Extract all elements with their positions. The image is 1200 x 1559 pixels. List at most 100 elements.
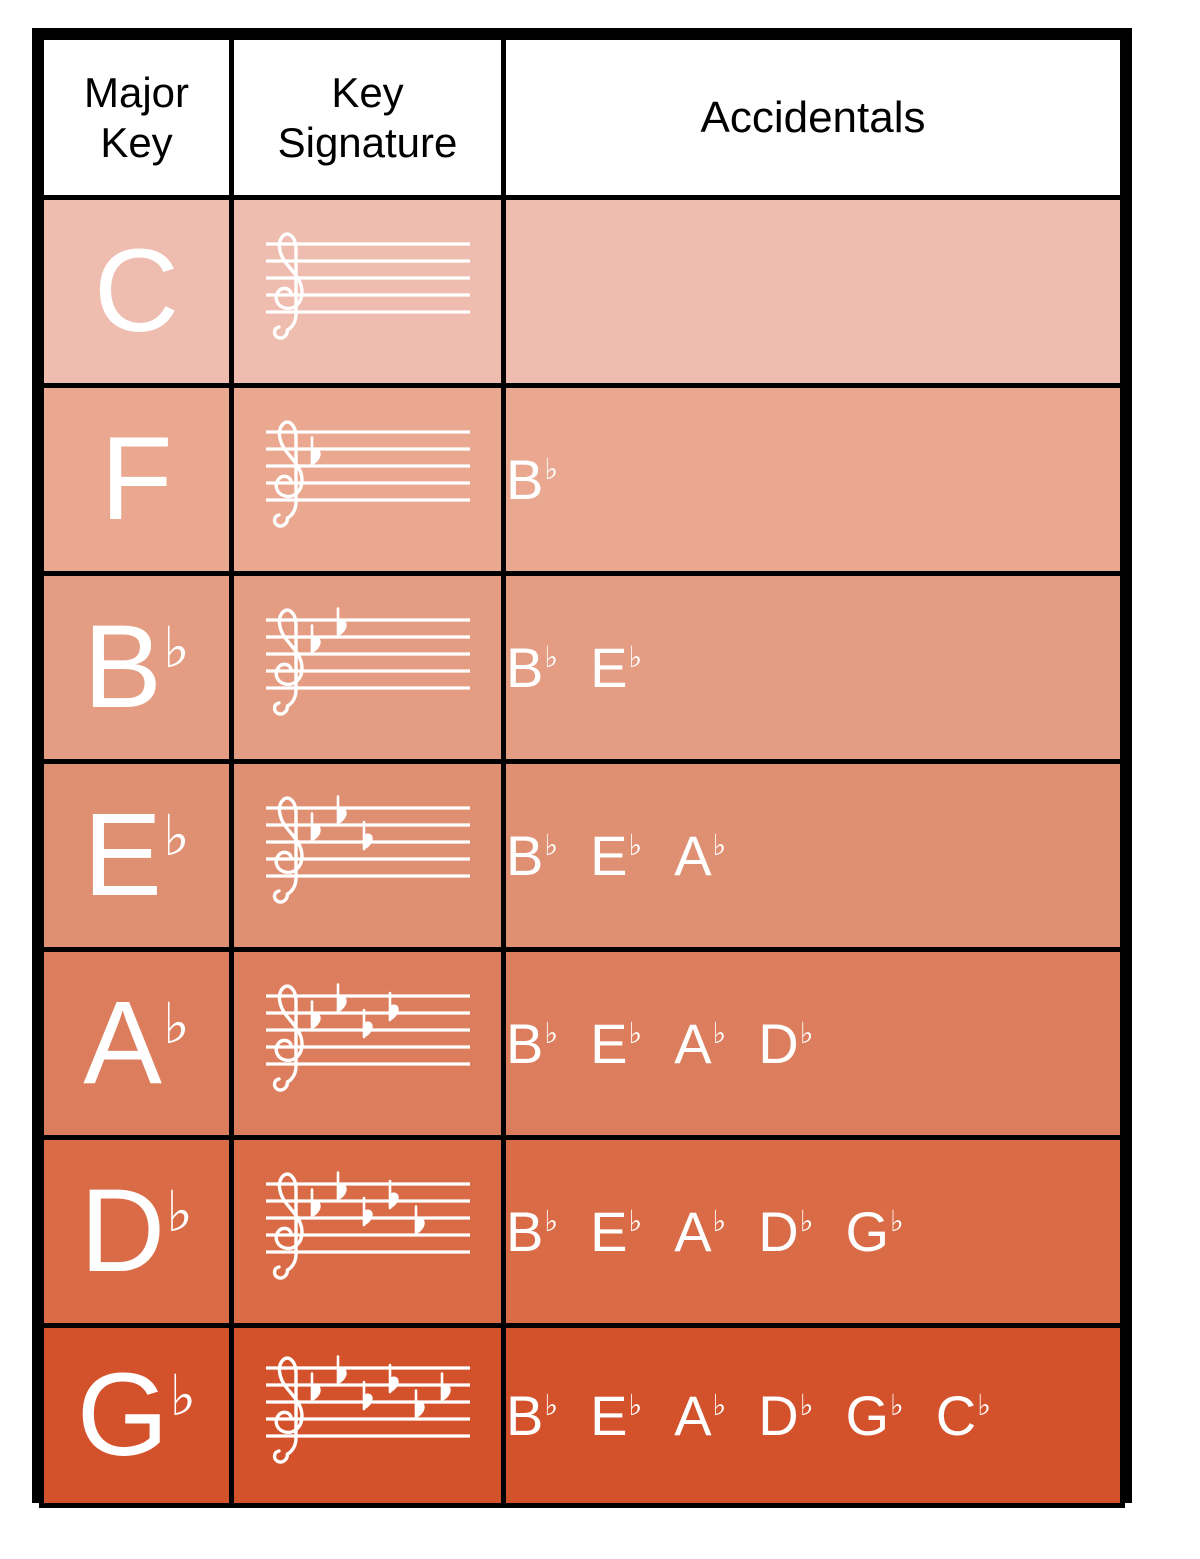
accidental-item: B♭	[506, 1015, 558, 1072]
flat-symbol-icon: ♭	[544, 453, 559, 486]
major-key-label: C	[93, 225, 180, 358]
major-key-label: F	[100, 413, 173, 546]
major-key-cell: G♭	[39, 1323, 234, 1508]
accidental-letter: A	[674, 823, 712, 887]
accidental-item: D♭	[758, 1203, 813, 1260]
staff-holder	[234, 410, 501, 550]
accidental-item: D♭	[758, 1387, 814, 1444]
flat-symbol-icon: ♭	[544, 829, 559, 862]
flat-symbol-icon: ♭	[977, 1389, 991, 1422]
key-signature-cell	[229, 195, 506, 388]
accidentals-cell	[501, 195, 1125, 388]
staff-notation	[266, 794, 470, 904]
flat-symbol-icon: ♭	[890, 1205, 904, 1238]
staff-holder	[234, 222, 501, 362]
staff-notation	[266, 1354, 470, 1464]
major-key-label: D♭	[80, 1165, 193, 1298]
column-header-major-key-line1: Major	[83, 68, 190, 116]
staff-holder	[234, 598, 501, 738]
accidental-item: A♭	[674, 1015, 726, 1072]
accidental-letter: E	[590, 1383, 628, 1447]
accidental-letter: E	[590, 1011, 628, 1075]
staff-notation	[266, 606, 470, 716]
accidentals-cell: B♭ E♭ A♭	[501, 759, 1125, 952]
accidental-item: G♭	[845, 1203, 904, 1260]
accidental-letter: E	[590, 1199, 628, 1263]
key-signature-flats	[310, 1170, 425, 1235]
accidentals-list: B♭ E♭ A♭ D♭ G♭	[506, 1203, 1120, 1260]
accidental-letter: B	[506, 1011, 544, 1075]
accidental-letter: A	[674, 1199, 712, 1263]
treble-clef-icon	[272, 419, 304, 528]
accidental-item: G♭	[845, 1387, 904, 1444]
key-signature-cell	[229, 759, 506, 952]
accidental-item: A♭	[674, 1387, 727, 1444]
column-header-key-signature: Key Signature	[229, 35, 506, 200]
major-key-cell: D♭	[39, 1135, 234, 1328]
flat-symbol-icon: ♭	[628, 1389, 643, 1422]
flat-symbol-icon: ♭	[169, 1365, 197, 1429]
accidental-letter: G	[845, 1199, 890, 1263]
flat-symbol-icon: ♭	[890, 1389, 904, 1422]
key-signature-cell	[229, 1323, 506, 1508]
accidental-item: E♭	[590, 639, 643, 696]
table-body: C F B♭ B♭ B♭ E♭ E♭ B♭ E♭ A♭ A♭ B♭ E♭ A♭ …	[39, 195, 1125, 1508]
accidental-item: B♭	[506, 639, 559, 696]
flat-symbol-icon: ♭	[544, 1389, 559, 1422]
flat-symbol-icon: ♭	[166, 1181, 193, 1245]
major-key-cell: C	[39, 195, 234, 388]
flat-symbol-icon: ♭	[628, 1205, 643, 1238]
accidental-item: B♭	[506, 451, 559, 508]
column-header-key-signature-line2: Signature	[277, 118, 458, 166]
staff-holder	[234, 786, 501, 926]
treble-clef-icon	[272, 983, 304, 1092]
accidentals-list: B♭ E♭ A♭ D♭	[506, 1015, 1120, 1072]
accidental-item: E♭	[590, 1387, 643, 1444]
accidental-letter: D	[758, 1011, 799, 1075]
flat-symbol-icon: ♭	[544, 1205, 559, 1238]
flat-symbol-icon: ♭	[799, 1389, 814, 1422]
column-header-major-key: Major Key	[39, 35, 234, 200]
major-key-label: G♭	[76, 1349, 197, 1482]
key-signature-cell	[229, 383, 506, 576]
flat-symbol-icon: ♭	[628, 641, 643, 674]
table-row: B♭ B♭ E♭	[39, 571, 1125, 764]
treble-clef-icon	[272, 795, 304, 904]
staff-holder	[234, 1162, 501, 1302]
accidentals-cell: B♭	[501, 383, 1125, 576]
major-key-cell: A♭	[39, 947, 234, 1140]
staff-notation	[266, 982, 470, 1092]
column-header-major-key-line2: Key	[100, 118, 173, 166]
accidental-letter: B	[506, 1383, 544, 1447]
accidental-item: B♭	[506, 827, 559, 884]
staff-notation	[266, 1170, 470, 1280]
flat-symbol-icon: ♭	[628, 1017, 643, 1050]
flat-symbol-icon: ♭	[628, 829, 643, 862]
accidental-item: B♭	[506, 1387, 559, 1444]
table-row: G♭ B♭ E♭ A♭ D♭ G♭ C♭	[39, 1323, 1125, 1508]
table-row: A♭ B♭ E♭ A♭ D♭	[39, 947, 1125, 1140]
staff-holder	[234, 974, 501, 1114]
accidentals-list: B♭	[506, 451, 1120, 508]
key-signature-flats	[310, 435, 321, 466]
accidental-letter: E	[590, 635, 628, 699]
major-key-label: E♭	[83, 789, 190, 922]
key-signature-flats	[310, 606, 347, 654]
flat-symbol-icon: ♭	[712, 1205, 727, 1238]
accidentals-cell: B♭ E♭	[501, 571, 1125, 764]
accidentals-cell: B♭ E♭ A♭ D♭	[501, 947, 1125, 1140]
major-key-cell: B♭	[39, 571, 234, 764]
accidental-letter: B	[506, 635, 544, 699]
accidental-item: E♭	[590, 1203, 643, 1260]
flat-symbol-icon: ♭	[163, 993, 190, 1057]
accidental-item: E♭	[590, 827, 643, 884]
flat-symbol-icon: ♭	[163, 617, 190, 681]
accidental-letter: D	[758, 1383, 799, 1447]
key-signature-cell	[229, 571, 506, 764]
flat-symbol-icon: ♭	[712, 1389, 727, 1422]
flat-symbol-icon: ♭	[544, 641, 559, 674]
staff-holder	[234, 1346, 501, 1486]
key-signature-cell	[229, 1135, 506, 1328]
flat-symbol-icon: ♭	[712, 829, 727, 862]
staff-notation	[266, 419, 470, 528]
